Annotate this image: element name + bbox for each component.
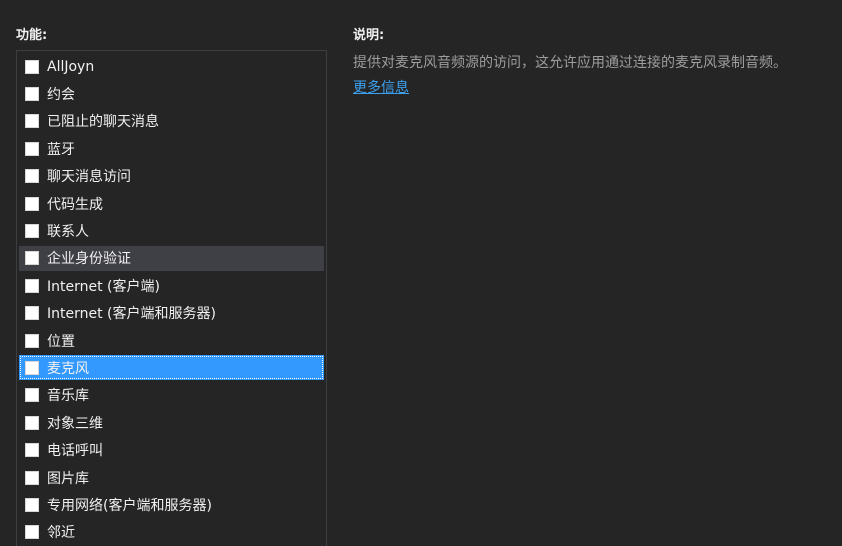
capability-label: Internet (客户端和服务器) xyxy=(47,306,216,323)
capability-label: Internet (客户端) xyxy=(47,278,160,295)
capabilities-heading: 功能: xyxy=(16,28,48,43)
capability-item[interactable]: 麦克风 xyxy=(19,355,324,381)
capability-item[interactable]: 代码生成 xyxy=(19,191,324,216)
capability-item[interactable]: 约会 xyxy=(19,81,324,106)
capability-checkbox[interactable] xyxy=(25,360,39,375)
capability-checkbox[interactable] xyxy=(25,114,39,129)
capabilities-list[interactable]: AllJoyn 约会已阻止的聊天消息 蓝牙聊天消息访问 代码生成联系人企业身份验证 In… xyxy=(16,50,327,546)
capability-label: 专用网络(客户端和服务器) xyxy=(47,497,212,514)
capability-checkbox[interactable] xyxy=(25,278,39,293)
capability-checkbox[interactable] xyxy=(25,169,39,184)
capability-checkbox[interactable] xyxy=(25,525,39,540)
capability-checkbox[interactable] xyxy=(25,415,39,430)
capability-checkbox[interactable] xyxy=(25,251,39,266)
capability-label: 位置 xyxy=(47,333,75,350)
description-text: 提供对麦克风音频源的访问，这允许应用通过连接的麦克风录制音频。 xyxy=(353,55,787,71)
capability-checkbox[interactable] xyxy=(25,497,39,512)
capability-item[interactable]: 联系人 xyxy=(19,218,324,243)
capability-label: 代码生成 xyxy=(47,196,103,213)
capability-label: 联系人 xyxy=(47,223,89,240)
capability-label: 对象三维 xyxy=(47,415,103,432)
description-heading: 说明: xyxy=(353,28,385,43)
capability-item[interactable]: 蓝牙 xyxy=(19,136,324,161)
capability-label: 邻近 xyxy=(47,525,75,542)
app-manifest-capabilities-page: 功能: 说明: AllJoyn 约会已阻止的聊天消息 蓝牙聊天消息访问 代码生成联系人… xyxy=(0,0,842,546)
more-info-link[interactable]: 更多信息 xyxy=(353,77,409,97)
capability-item[interactable]: AllJoyn xyxy=(19,54,324,79)
capability-label: 聊天消息访问 xyxy=(47,169,131,186)
capability-item[interactable]: 图片库 xyxy=(19,465,324,490)
capability-item[interactable]: 对象三维 xyxy=(19,410,324,435)
capability-checkbox[interactable] xyxy=(25,306,39,321)
capability-item[interactable]: Internet (客户端和服务器) xyxy=(19,301,324,326)
capability-checkbox[interactable] xyxy=(25,196,39,211)
capability-label: 音乐库 xyxy=(47,388,89,405)
capability-checkbox[interactable] xyxy=(25,470,39,485)
capability-checkbox[interactable] xyxy=(25,141,39,156)
capability-checkbox[interactable] xyxy=(25,223,39,238)
capability-item[interactable]: 已阻止的聊天消息 xyxy=(19,109,324,134)
capability-label: 约会 xyxy=(47,86,75,103)
capability-label: AllJoyn xyxy=(47,58,95,75)
capability-checkbox[interactable] xyxy=(25,388,39,403)
capability-item[interactable]: 企业身份验证 xyxy=(19,245,324,271)
capability-checkbox[interactable] xyxy=(25,59,39,74)
capability-label: 企业身份验证 xyxy=(47,251,131,268)
capability-checkbox[interactable] xyxy=(25,333,39,348)
capability-item[interactable]: 电话呼叫 xyxy=(19,438,324,463)
capability-item[interactable]: 专用网络(客户端和服务器) xyxy=(19,492,324,517)
capability-item[interactable]: 位置 xyxy=(19,328,324,353)
capability-label: 麦克风 xyxy=(47,360,89,377)
capability-item[interactable]: Internet (客户端) xyxy=(19,273,324,298)
capability-item[interactable]: 邻近 xyxy=(19,520,324,545)
capability-label: 电话呼叫 xyxy=(47,443,103,460)
capability-label: 蓝牙 xyxy=(47,141,75,158)
capability-checkbox[interactable] xyxy=(25,86,39,101)
capability-item[interactable]: 音乐库 xyxy=(19,383,324,408)
capability-item[interactable]: 聊天消息访问 xyxy=(19,164,324,189)
capability-checkbox[interactable] xyxy=(25,443,39,458)
capability-label: 已阻止的聊天消息 xyxy=(47,114,159,131)
capability-label: 图片库 xyxy=(47,470,89,487)
